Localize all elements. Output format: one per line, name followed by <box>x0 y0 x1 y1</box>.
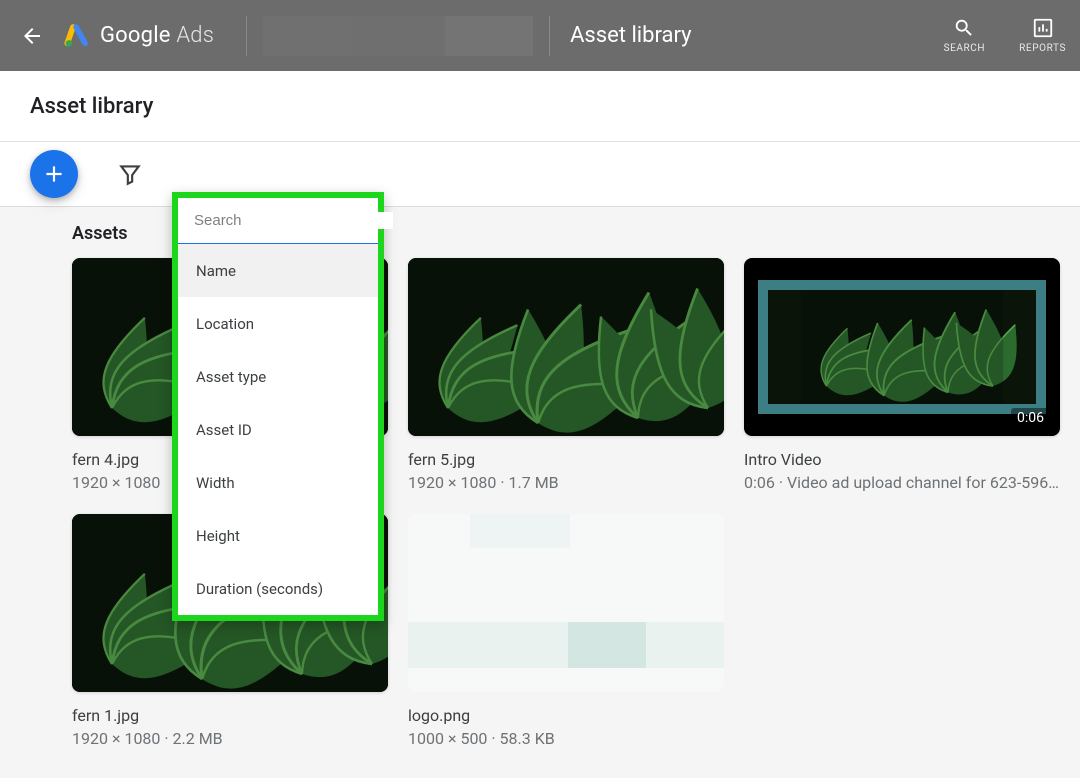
breadcrumb: Asset library <box>570 23 691 48</box>
plus-icon <box>41 161 67 187</box>
account-selector[interactable] <box>263 16 533 56</box>
filter-option[interactable]: Height <box>178 509 378 562</box>
asset-meta: 1000 × 500 · 58.3 KB <box>408 729 724 748</box>
filter-button[interactable] <box>116 160 144 188</box>
asset-title: fern 5.jpg <box>408 450 724 469</box>
back-button[interactable] <box>20 24 44 48</box>
filter-option[interactable]: Asset type <box>178 350 378 403</box>
reports-icon <box>1032 17 1054 39</box>
asset-meta: 1920 × 1080 · 1.7 MB <box>408 473 724 492</box>
add-asset-button[interactable] <box>30 150 78 198</box>
filter-search-input[interactable] <box>194 212 393 229</box>
search-label: SEARCH <box>944 43 986 54</box>
filter-option[interactable]: Asset ID <box>178 403 378 456</box>
brand-text: Google Ads <box>100 23 214 48</box>
filter-option[interactable]: Width <box>178 456 378 509</box>
filter-option[interactable]: Name <box>178 244 378 297</box>
product-logo[interactable]: Google Ads <box>64 23 214 49</box>
asset-meta: 1920 × 1080 · 2.2 MB <box>72 729 388 748</box>
asset-card[interactable]: fern 5.jpg 1920 × 1080 · 1.7 MB <box>408 258 724 492</box>
asset-title: fern 1.jpg <box>72 706 388 725</box>
asset-title: Intro Video <box>744 450 1060 469</box>
asset-card[interactable]: logo.png 1000 × 500 · 58.3 KB <box>408 514 724 748</box>
search-action[interactable]: SEARCH <box>944 17 986 54</box>
search-icon <box>953 17 975 39</box>
ads-logo-icon <box>64 23 90 49</box>
filter-option[interactable]: Duration (seconds) <box>178 562 378 615</box>
divider <box>549 16 550 56</box>
toolbar <box>0 142 1080 207</box>
divider <box>246 16 247 56</box>
asset-thumbnail <box>408 258 724 436</box>
filter-dropdown: NameLocationAsset typeAsset IDWidthHeigh… <box>172 192 384 621</box>
filter-search-row <box>178 198 378 244</box>
topbar: Google Ads Asset library SEARCH REPORTS <box>0 0 1080 71</box>
reports-action[interactable]: REPORTS <box>1019 17 1066 54</box>
asset-card[interactable]: 0:06 Intro Video 0:06 · Video ad upload ch… <box>744 258 1060 492</box>
subheader: Asset library <box>0 71 1080 142</box>
filter-option[interactable]: Location <box>178 297 378 350</box>
video-duration-badge: 0:06 <box>1011 408 1050 428</box>
asset-title: logo.png <box>408 706 724 725</box>
asset-thumbnail <box>408 514 724 692</box>
asset-thumbnail: 0:06 <box>744 258 1060 436</box>
page-title: Asset library <box>30 94 153 119</box>
filter-icon <box>117 161 143 187</box>
asset-meta: 0:06 · Video ad upload channel for 623-5… <box>744 473 1060 492</box>
reports-label: REPORTS <box>1019 43 1066 54</box>
